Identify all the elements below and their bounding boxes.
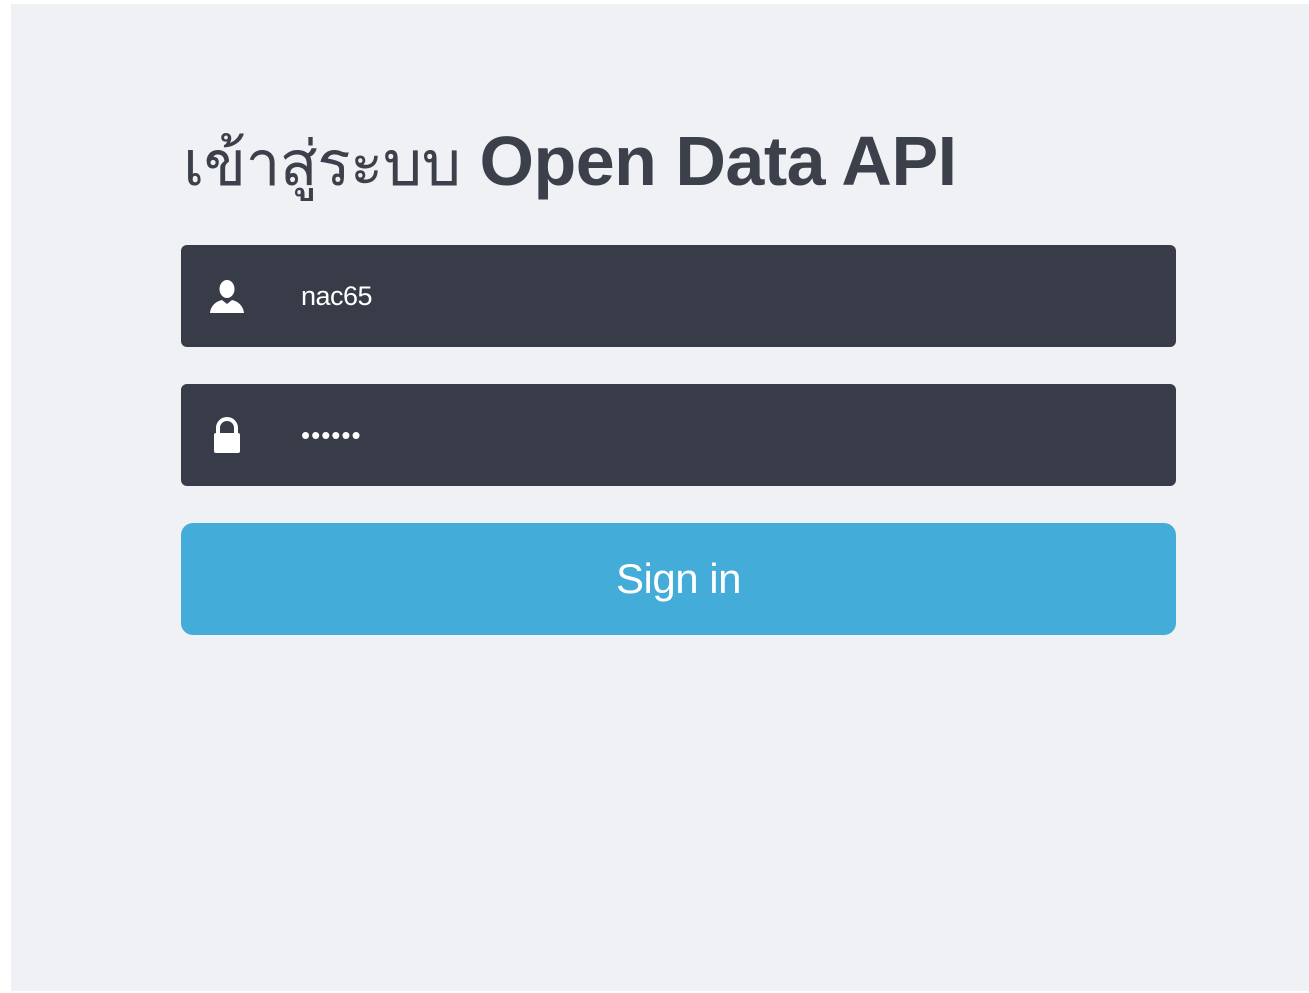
lock-icon (207, 416, 247, 456)
password-input[interactable] (301, 384, 1141, 486)
username-input[interactable] (301, 245, 1141, 347)
login-panel: เข้าสู่ระบบ Open Data API Sign in (11, 4, 1309, 991)
password-field[interactable] (181, 384, 1176, 486)
page-title-brand: Open Data API (479, 122, 958, 200)
username-field[interactable] (181, 245, 1176, 347)
page-title: เข้าสู่ระบบ Open Data API (183, 116, 957, 209)
page-title-thai: เข้าสู่ระบบ (183, 127, 461, 200)
sign-in-button[interactable]: Sign in (181, 523, 1176, 635)
user-icon (207, 277, 247, 317)
